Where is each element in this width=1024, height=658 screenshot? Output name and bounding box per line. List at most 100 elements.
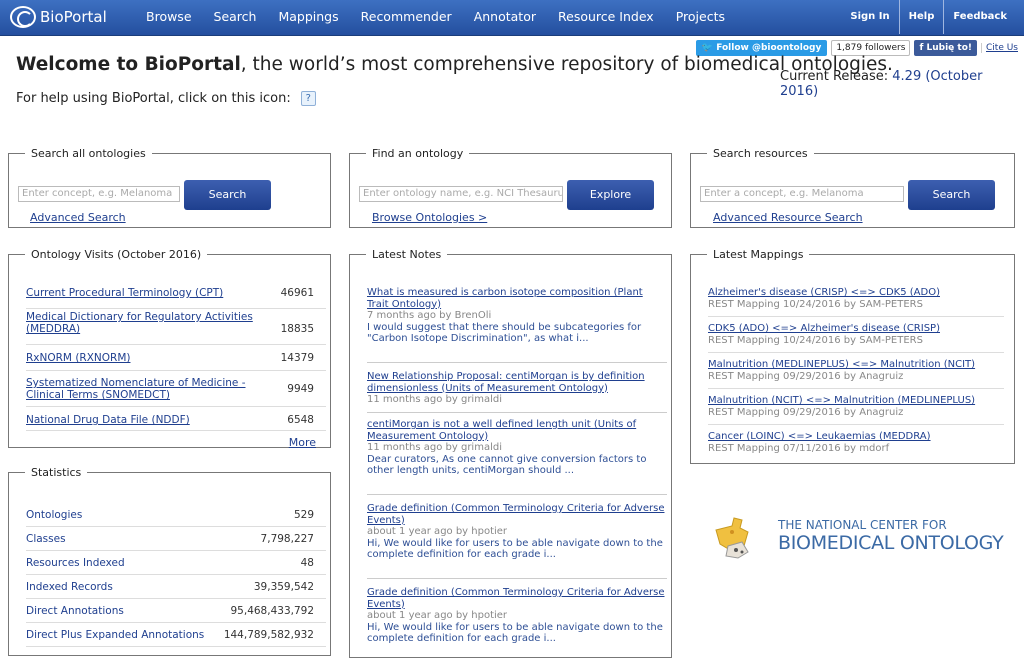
visit-ontology-link[interactable]: Medical Dictionary for Regulatory Activi…	[26, 311, 256, 335]
facebook-icon: f	[919, 43, 927, 53]
stat-row: Direct Annotations 95,468,433,792	[26, 599, 326, 623]
mapping-item: Alzheimer's disease (CRISP) <=> CDK5 (AD…	[708, 287, 1004, 317]
note-meta: about 1 year ago by hpotier	[367, 526, 508, 537]
nav-projects[interactable]: Projects	[665, 0, 736, 34]
bioportal-logo-icon	[10, 6, 36, 28]
note-item: Grade definition (Common Terminology Cri…	[367, 503, 667, 579]
twitter-icon: 🐦	[701, 43, 717, 53]
visit-row: RxNORM (RXNORM) 14379	[26, 347, 326, 371]
mapping-link[interactable]: Cancer (LOINC) <=> Leukaemias (MEDDRA)	[708, 431, 1004, 443]
stat-value: 144,789,582,932	[223, 629, 314, 641]
mapping-item: Cancer (LOINC) <=> Leukaemias (MEDDRA) RE…	[708, 431, 1004, 461]
visit-count: 18835	[280, 323, 314, 335]
mapping-link[interactable]: Malnutrition (MEDLINEPLUS) <=> Malnutrit…	[708, 359, 1004, 371]
nav-browse[interactable]: Browse	[135, 0, 203, 34]
stat-value: 39,359,542	[253, 581, 314, 593]
sign-in-link[interactable]: Sign In	[841, 0, 898, 34]
nav-mappings[interactable]: Mappings	[267, 0, 349, 34]
stat-label: Ontologies	[26, 509, 83, 521]
feedback-link[interactable]: Feedback	[943, 0, 1016, 34]
note-title-link[interactable]: Grade definition (Common Terminology Cri…	[367, 503, 667, 526]
resource-concept-input[interactable]: Enter a concept, e.g. Melanoma	[700, 186, 904, 202]
statistics-box: Statistics Ontologies 529 Classes 7,798,22…	[8, 466, 331, 656]
visit-ontology-link[interactable]: National Drug Data File (NDDF)	[26, 414, 256, 426]
mapping-link[interactable]: Malnutrition (NCIT) <=> Malnutrition (ME…	[708, 395, 1004, 407]
twitter-follow-label: Follow @bioontology	[716, 43, 822, 53]
note-title-link[interactable]: What is measured is carbon isotope compo…	[367, 287, 667, 310]
visit-ontology-link[interactable]: Systematized Nomenclature of Medicine - …	[26, 377, 256, 401]
stat-label: Direct Annotations	[26, 605, 124, 617]
visit-ontology-link[interactable]: Current Procedural Terminology (CPT)	[26, 287, 256, 299]
main-nav: Browse Search Mappings Recommender Annot…	[135, 0, 736, 34]
help-text: For help using BioPortal, click on this …	[16, 91, 291, 106]
note-title-link[interactable]: centiMorgan is not a well defined length…	[367, 419, 667, 442]
stat-row: Classes 7,798,227	[26, 527, 326, 551]
release-label: Current Release:	[780, 69, 889, 84]
mapping-meta: REST Mapping 10/24/2016 by SAM-PETERS	[708, 334, 923, 346]
advanced-resource-search-link[interactable]: Advanced Resource Search	[713, 211, 863, 224]
note-item: centiMorgan is not a well defined length…	[367, 419, 667, 495]
nav-annotator[interactable]: Annotator	[463, 0, 547, 34]
mapping-item: Malnutrition (MEDLINEPLUS) <=> Malnutrit…	[708, 359, 1004, 389]
explore-button[interactable]: Explore	[567, 180, 654, 210]
nav-resource-index[interactable]: Resource Index	[547, 0, 665, 34]
ncbo-line1: THE NATIONAL CENTER FOR	[778, 518, 947, 532]
note-body: Dear curators, As one cannot give conver…	[367, 453, 647, 477]
search-all-box: Search all ontologies Enter concept, e.g…	[8, 147, 331, 228]
note-meta: 7 months ago by BrenOli	[367, 310, 492, 321]
visit-count: 14379	[280, 352, 314, 364]
stat-value: 95,468,433,792	[230, 605, 315, 617]
stat-row: Resources Indexed 48	[26, 551, 326, 575]
help-link[interactable]: Help	[898, 0, 944, 34]
mapping-meta: REST Mapping 10/24/2016 by SAM-PETERS	[708, 298, 923, 310]
note-title-link[interactable]: New Relationship Proposal: centiMorgan i…	[367, 371, 667, 394]
search-concept-input[interactable]: Enter concept, e.g. Melanoma	[18, 186, 180, 202]
note-item: Grade definition (Common Terminology Cri…	[367, 587, 667, 657]
stat-label: Direct Plus Expanded Annotations	[26, 629, 205, 641]
search-button[interactable]: Search	[184, 180, 271, 210]
mapping-link[interactable]: Alzheimer's disease (CRISP) <=> CDK5 (AD…	[708, 287, 1004, 299]
help-question-icon[interactable]: ?	[300, 91, 316, 106]
stat-value: 7,798,227	[260, 533, 314, 545]
mappings-legend: Latest Mappings	[713, 248, 804, 261]
mapping-meta: REST Mapping 09/29/2016 by Anagruiz	[708, 370, 904, 382]
ontology-name-input[interactable]: Enter ontology name, e.g. NCI Thesaurus	[359, 186, 563, 202]
find-ontology-legend: Find an ontology	[372, 147, 464, 160]
visit-row: Current Procedural Terminology (CPT) 4696…	[26, 287, 326, 309]
visit-count: 6548	[287, 414, 314, 426]
stat-value: 529	[293, 509, 314, 521]
ncbo-logo[interactable]: THE NATIONAL CENTER FOR BIOMEDICAL ONTOL…	[708, 512, 1004, 560]
resource-search-button[interactable]: Search	[908, 180, 995, 210]
visit-row: National Drug Data File (NDDF) 6548	[26, 409, 326, 431]
brand-name: BioPortal	[40, 8, 107, 26]
visit-ontology-link[interactable]: RxNORM (RXNORM)	[26, 352, 256, 364]
mapping-link[interactable]: CDK5 (ADO) <=> Alzheimer's disease (CRIS…	[708, 323, 1004, 335]
note-body: Hi, We would like for users to be able n…	[367, 621, 663, 645]
visit-row: Systematized Nomenclature of Medicine - …	[26, 373, 326, 407]
account-nav: Sign In Help Feedback	[841, 0, 1016, 34]
nav-recommender[interactable]: Recommender	[350, 0, 463, 34]
bioportal-logo[interactable]: BioPortal	[10, 6, 107, 28]
note-body: Hi, We would like for users to be able n…	[367, 537, 663, 561]
cite-us-link[interactable]: Cite Us	[981, 43, 1018, 53]
search-resources-box: Search resources Enter a concept, e.g. M…	[690, 147, 1015, 228]
facebook-like-label: Lubię to!	[926, 43, 973, 53]
note-title-link[interactable]: Grade definition (Common Terminology Cri…	[367, 587, 667, 610]
mapping-item: CDK5 (ADO) <=> Alzheimer's disease (CRIS…	[708, 323, 1004, 353]
stat-label: Indexed Records	[26, 581, 113, 593]
welcome-bold: Welcome to BioPortal	[16, 54, 241, 75]
stat-label: Classes	[26, 533, 66, 545]
statistics-legend: Statistics	[31, 466, 82, 479]
ncbo-puzzle-icon	[715, 517, 749, 559]
help-line: For help using BioPortal, click on this …	[16, 91, 316, 106]
more-visits-link[interactable]: More	[289, 436, 316, 449]
stat-row: Indexed Records 39,359,542	[26, 575, 326, 599]
page-title: Welcome to BioPortal, the world’s most c…	[16, 54, 893, 75]
advanced-search-link[interactable]: Advanced Search	[30, 211, 126, 224]
nav-search[interactable]: Search	[203, 0, 268, 34]
browse-ontologies-link[interactable]: Browse Ontologies >	[372, 211, 487, 224]
facebook-like-button[interactable]: f Lubię to!	[914, 40, 977, 56]
mapping-item: Malnutrition (NCIT) <=> Malnutrition (ME…	[708, 395, 1004, 425]
note-meta: about 1 year ago by hpotier	[367, 610, 508, 621]
find-ontology-box: Find an ontology Enter ontology name, e.…	[349, 147, 672, 228]
